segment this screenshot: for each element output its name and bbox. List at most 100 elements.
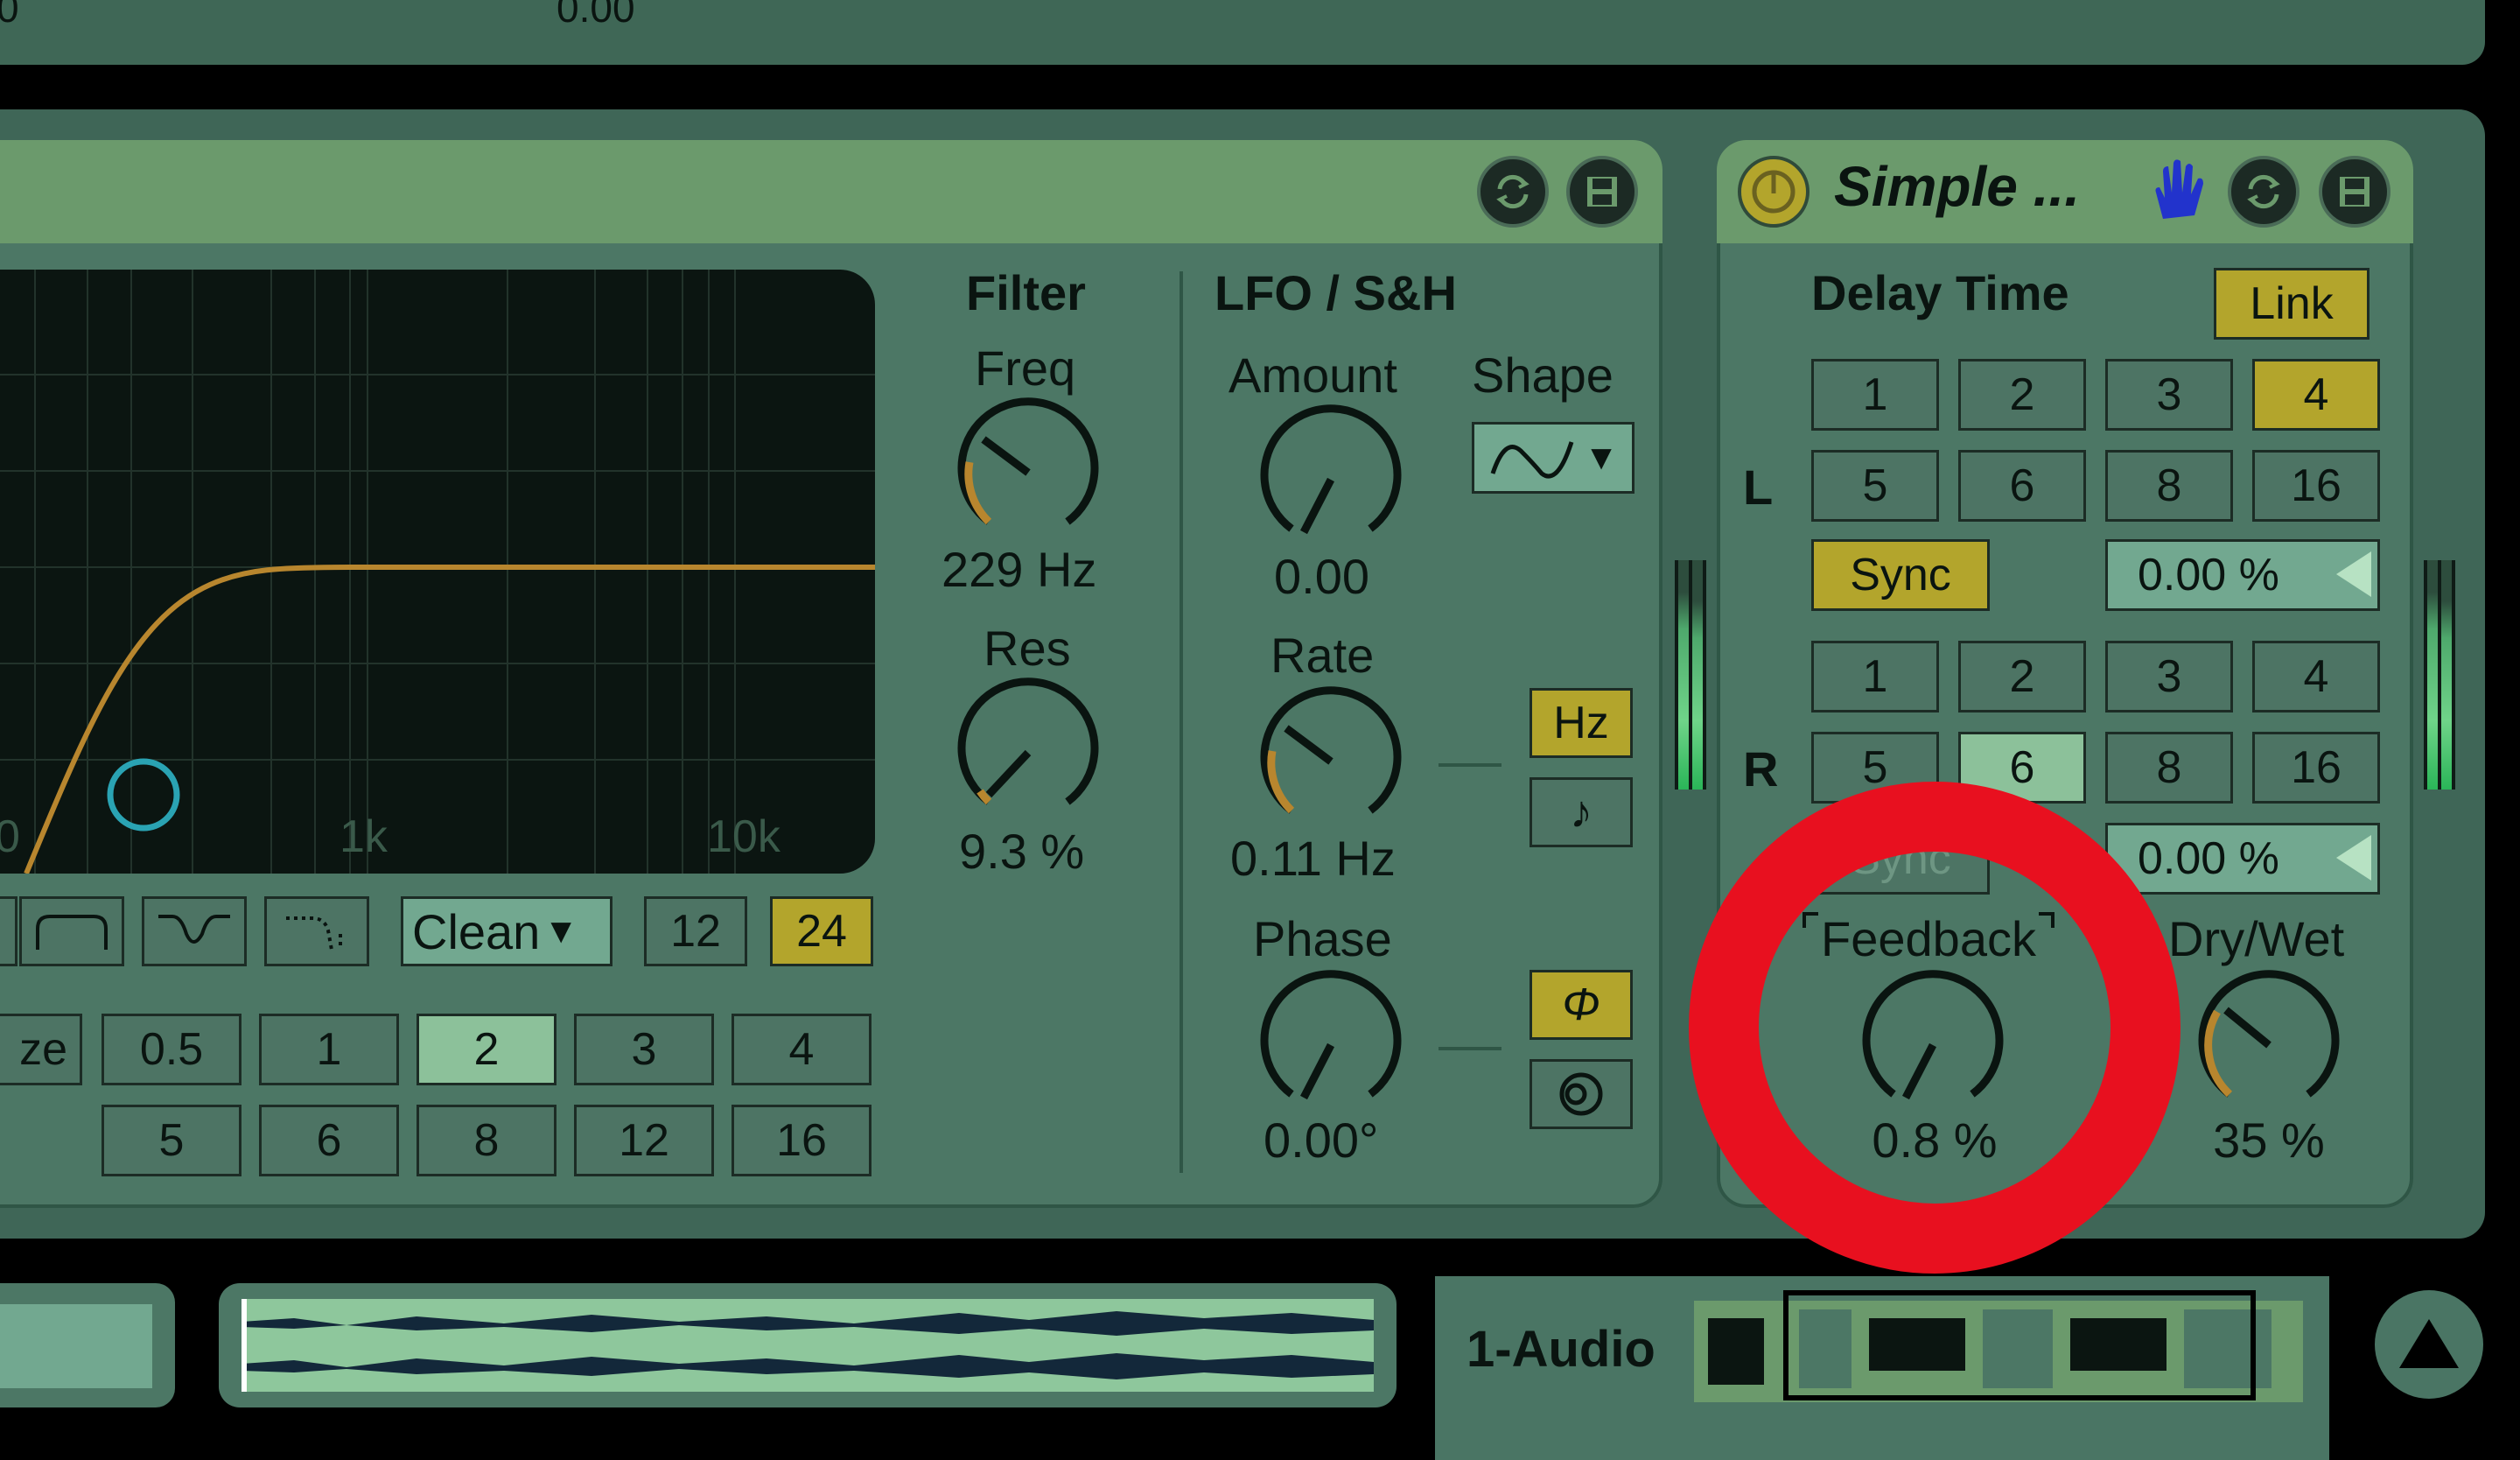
filter-notch-button[interactable]	[142, 896, 247, 966]
rate-connector	[1438, 763, 1502, 767]
quantize-1[interactable]: 1	[259, 1014, 399, 1085]
device-power-icon[interactable]	[1738, 156, 1810, 228]
quantize-0-5[interactable]: 0.5	[102, 1014, 242, 1085]
res-value: 9.3 %	[959, 824, 1085, 879]
auto-filter-title-bar[interactable]	[0, 140, 1662, 243]
right-offset-arrow-icon	[2336, 835, 2371, 881]
amount-knob[interactable]	[1256, 404, 1405, 554]
hz-button[interactable]: Hz	[1530, 688, 1633, 758]
clip-box-left-inner	[0, 1304, 152, 1388]
chevron-down-icon: ▼	[1584, 438, 1619, 477]
phase-connector	[1438, 1047, 1502, 1050]
device-title[interactable]: Simple ...	[1834, 154, 2080, 219]
right-beat-3[interactable]: 3	[2105, 641, 2233, 712]
quantize-4[interactable]: 4	[732, 1014, 872, 1085]
res-label: Res	[984, 621, 1071, 676]
drywet-label: Dry/Wet	[2168, 911, 2345, 966]
annotation-circle	[1689, 782, 2180, 1274]
left-beat-2[interactable]: 2	[1958, 359, 2086, 431]
left-beat-4[interactable]: 4	[2252, 359, 2380, 431]
freq-knob[interactable]	[954, 397, 1102, 547]
slope-24-button[interactable]: 24	[770, 896, 873, 966]
filter-section-title: Filter	[966, 265, 1086, 320]
left-sync-button[interactable]: Sync	[1811, 539, 1990, 611]
save-preset-icon[interactable]	[2319, 156, 2390, 228]
filter-response-display[interactable]	[0, 270, 875, 874]
quantize-5[interactable]: 5	[102, 1105, 242, 1176]
left-offset-value: 0.00 %	[2138, 550, 2279, 600]
freq-value: 229 Hz	[942, 542, 1097, 597]
quantize-2[interactable]: 2	[416, 1014, 556, 1085]
drywet-knob[interactable]	[2194, 970, 2343, 1120]
hot-swap-icon[interactable]	[2228, 156, 2300, 228]
track-info-corner	[1435, 1241, 1488, 1276]
simple-delay-output-meter	[2424, 560, 2455, 790]
left-beat-16[interactable]: 16	[2252, 450, 2380, 522]
left-beat-3[interactable]: 3	[2105, 359, 2233, 431]
sample-waveform[interactable]	[242, 1299, 1374, 1392]
rate-label: Rate	[1270, 628, 1375, 683]
overview-viewport[interactable]	[1783, 1290, 2256, 1400]
rate-value: 0.11 Hz	[1230, 831, 1396, 886]
quantize-3[interactable]: 3	[574, 1014, 714, 1085]
circuit-label: Clean	[412, 903, 541, 959]
shape-label: Shape	[1472, 347, 1614, 403]
phase-mode-button[interactable]: Φ	[1530, 970, 1633, 1040]
left-beat-1[interactable]: 1	[1811, 359, 1939, 431]
note-sync-button[interactable]: ♪	[1530, 777, 1633, 847]
shape-dropdown[interactable]: ▼	[1472, 422, 1634, 494]
res-knob[interactable]	[954, 677, 1102, 827]
circuit-dropdown[interactable]: Clean ▼	[401, 896, 612, 966]
lowpass-icon	[36, 915, 108, 950]
notch-icon	[158, 915, 230, 944]
right-beat-16[interactable]: 16	[2252, 732, 2380, 804]
right-beat-1[interactable]: 1	[1811, 641, 1939, 712]
save-preset-icon[interactable]	[1566, 156, 1638, 228]
hand-icon[interactable]	[2144, 158, 2214, 232]
right-beat-8[interactable]: 8	[2105, 732, 2233, 804]
tick-label-10k: 10k	[707, 811, 780, 862]
hot-swap-icon[interactable]	[1477, 156, 1549, 228]
morph-icon	[286, 916, 342, 951]
spin-mode-button[interactable]	[1530, 1059, 1633, 1129]
quantize-button[interactable]: ze	[0, 1014, 82, 1085]
filter-type-partial[interactable]	[0, 896, 18, 966]
filter-curve-graph	[0, 270, 875, 874]
amount-label: Amount	[1228, 347, 1397, 403]
filter-morph-button[interactable]	[264, 896, 369, 966]
rate-knob[interactable]	[1256, 686, 1405, 836]
quantize-16[interactable]: 16	[732, 1105, 872, 1176]
slope-12-button[interactable]: 12	[644, 896, 747, 966]
sine-wave-icon	[1490, 441, 1574, 479]
quantize-8[interactable]: 8	[416, 1105, 556, 1176]
waveform-graphic	[242, 1299, 1374, 1392]
section-divider	[1180, 271, 1183, 1173]
tick-label-left: 0	[0, 811, 20, 862]
left-channel-label: L	[1743, 460, 1774, 515]
delay-time-title: Delay Time	[1811, 265, 2069, 320]
triangle-up-icon[interactable]	[2375, 1290, 2483, 1399]
right-channel-label: R	[1743, 741, 1779, 797]
top-strip-left-value: 0	[0, 0, 19, 31]
top-strip-mid-value: 0.00	[556, 0, 635, 31]
quantize-6[interactable]: 6	[259, 1105, 399, 1176]
auto-filter-output-meter	[1675, 560, 1706, 790]
phase-value: 0.00°	[1264, 1113, 1379, 1168]
right-beat-4[interactable]: 4	[2252, 641, 2380, 712]
phase-knob[interactable]	[1256, 970, 1405, 1120]
filter-lowpass-button[interactable]	[19, 896, 124, 966]
link-button[interactable]: Link	[2214, 268, 2370, 340]
right-beat-2[interactable]: 2	[1958, 641, 2086, 712]
chevron-down-icon: ▼	[543, 911, 578, 951]
freq-label: Freq	[975, 340, 1076, 396]
track-name[interactable]: 1-Audio	[1466, 1320, 1656, 1379]
quantize-12[interactable]: 12	[574, 1105, 714, 1176]
left-beat-5[interactable]: 5	[1811, 450, 1939, 522]
amount-value: 0.00	[1274, 549, 1369, 604]
top-strip	[0, 0, 2485, 65]
spin-icon	[1559, 1072, 1603, 1116]
left-beat-6[interactable]: 6	[1958, 450, 2086, 522]
left-beat-8[interactable]: 8	[2105, 450, 2233, 522]
phase-label: Phase	[1253, 911, 1392, 966]
tick-label-1k: 1k	[340, 811, 388, 862]
